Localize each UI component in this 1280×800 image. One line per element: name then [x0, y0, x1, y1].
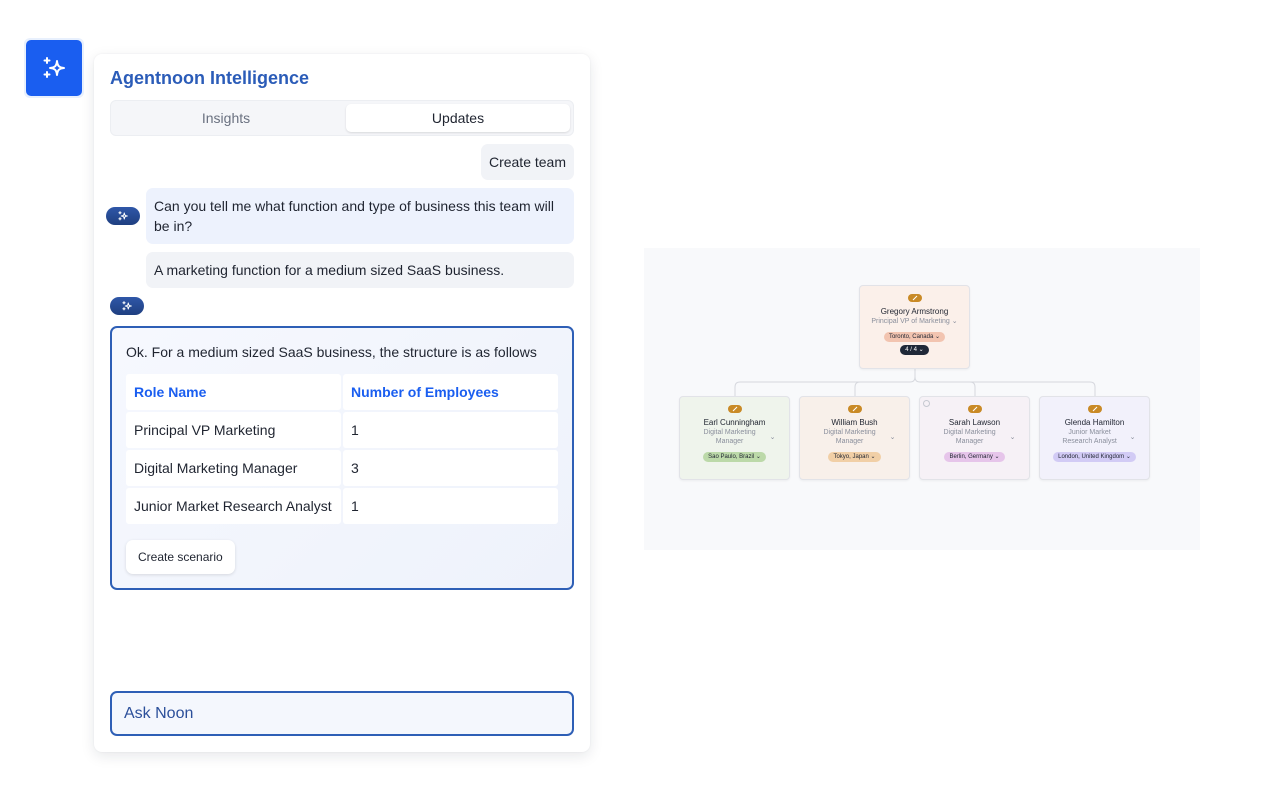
location-tag[interactable]: Tokyo, Japan ⌄: [828, 452, 881, 462]
connector-line: [914, 376, 1096, 396]
connector-line: [969, 381, 976, 396]
sparkle-icon: [43, 57, 65, 78]
answer-intro: Ok. For a medium sized SaaS business, th…: [126, 344, 537, 360]
employee-name: Gregory Armstrong: [880, 307, 949, 316]
edit-icon[interactable]: [847, 405, 862, 413]
employee-role[interactable]: Digital Marketing Manager ⌄: [920, 428, 1029, 446]
column-header-employee-count: Number of Employees: [343, 374, 558, 410]
location-text: Sao Paulo, Brazil: [708, 454, 755, 460]
employee-name: Glenda Hamilton: [1064, 418, 1125, 427]
user-message: A marketing function for a medium sized …: [146, 252, 574, 288]
chevron-down-icon: ⌄: [1129, 434, 1136, 441]
reports-count: 4 / 4: [905, 347, 917, 353]
tab-bar: Insights Updates: [110, 100, 574, 136]
role-text: Digital Marketing Manager: [703, 429, 756, 445]
launcher-inner[interactable]: [26, 40, 82, 96]
chevron-down-icon: ⌄: [889, 434, 896, 441]
panel-title: Agentnoon Intelligence: [110, 68, 310, 88]
roles-table: Role Name Number of Employees Principal …: [126, 374, 558, 526]
location-text: Tokyo, Japan: [833, 454, 869, 460]
employee-name: Sarah Lawson: [948, 418, 1001, 427]
org-node-root[interactable]: Gregory Armstrong Principal VP of Market…: [859, 285, 970, 369]
column-header-role-name: Role Name: [126, 374, 341, 410]
location-text: Berlin, Germany: [949, 454, 993, 460]
table-row: Principal VP Marketing 1: [126, 412, 558, 448]
assistant-message: Can you tell me what function and type o…: [146, 188, 574, 244]
role-name-cell: Principal VP Marketing: [126, 412, 341, 448]
role-name-cell: Digital Marketing Manager: [126, 450, 341, 486]
location-tag[interactable]: Berlin, Germany ⌄: [944, 452, 1005, 462]
org-node-child[interactable]: Glenda Hamilton Junior Market Research A…: [1039, 396, 1150, 480]
tab-updates[interactable]: Updates: [346, 104, 570, 132]
location-text: London, United Kingdom: [1058, 454, 1125, 460]
ai-launcher-button[interactable]: [24, 38, 84, 98]
assistant-avatar: [106, 207, 140, 225]
edit-icon[interactable]: [727, 405, 742, 413]
table-row: Junior Market Research Analyst 1: [126, 488, 558, 524]
employee-role[interactable]: Principal VP of Marketing ⌄: [860, 317, 969, 326]
role-text: Digital Marketing Manager: [823, 429, 876, 445]
create-scenario-button[interactable]: Create scenario: [126, 540, 235, 574]
reports-count-pill[interactable]: 4 / 4 ⌄: [900, 345, 929, 355]
location-tag[interactable]: London, United Kingdom ⌄: [1053, 452, 1136, 462]
chevron-down-icon: ⌄: [769, 434, 776, 441]
org-node-child[interactable]: William Bush Digital Marketing Manager ⌄ …: [799, 396, 910, 480]
employee-role[interactable]: Digital Marketing Manager ⌄: [800, 428, 909, 446]
employee-count-cell: 3: [343, 450, 558, 486]
edit-icon[interactable]: [907, 294, 922, 302]
org-node-child[interactable]: Earl Cunningham Digital Marketing Manage…: [679, 396, 790, 480]
assistant-answer-card: Ok. For a medium sized SaaS business, th…: [110, 326, 574, 590]
user-message: Create team: [480, 144, 574, 180]
sparkle-icon: [118, 211, 128, 221]
employee-role[interactable]: Digital Marketing Manager ⌄: [680, 428, 789, 446]
employee-name: Earl Cunningham: [703, 418, 766, 427]
location-text: Toronto, Canada: [888, 334, 934, 340]
location-tag[interactable]: Sao Paulo, Brazil ⌄: [703, 452, 766, 462]
tab-insights[interactable]: Insights: [114, 104, 338, 132]
sparkle-icon: [122, 301, 132, 311]
table-row: Digital Marketing Manager 3: [126, 450, 558, 486]
edit-icon[interactable]: [967, 405, 982, 413]
org-node-child[interactable]: Sarah Lawson Digital Marketing Manager ⌄ …: [919, 396, 1030, 480]
table-header-row: Role Name Number of Employees: [126, 374, 558, 410]
connector-line: [854, 381, 861, 396]
employee-role[interactable]: Junior Market Research Analyst ⌄: [1040, 428, 1149, 446]
refresh-icon[interactable]: [923, 400, 930, 407]
chevron-down-icon: ⌄: [1009, 434, 1016, 441]
employee-name: William Bush: [831, 418, 878, 427]
connector-line: [734, 369, 916, 396]
role-name-cell: Junior Market Research Analyst: [126, 488, 341, 524]
employee-count-cell: 1: [343, 412, 558, 448]
employee-count-cell: 1: [343, 488, 558, 524]
edit-icon[interactable]: [1087, 405, 1102, 413]
org-chart-canvas[interactable]: Gregory Armstrong Principal VP of Market…: [644, 248, 1200, 550]
role-text: Digital Marketing Manager: [943, 429, 996, 445]
ai-chat-panel: Agentnoon Intelligence Insights Updates …: [94, 54, 590, 752]
role-text: Principal VP of Marketing: [871, 318, 950, 325]
chevron-down-icon: ⌄: [951, 318, 958, 325]
assistant-avatar: [110, 297, 144, 315]
role-text: Junior Market Research Analyst: [1062, 429, 1117, 445]
ask-noon-input[interactable]: Ask Noon: [110, 691, 574, 736]
location-tag[interactable]: Toronto, Canada ⌄: [883, 332, 946, 342]
